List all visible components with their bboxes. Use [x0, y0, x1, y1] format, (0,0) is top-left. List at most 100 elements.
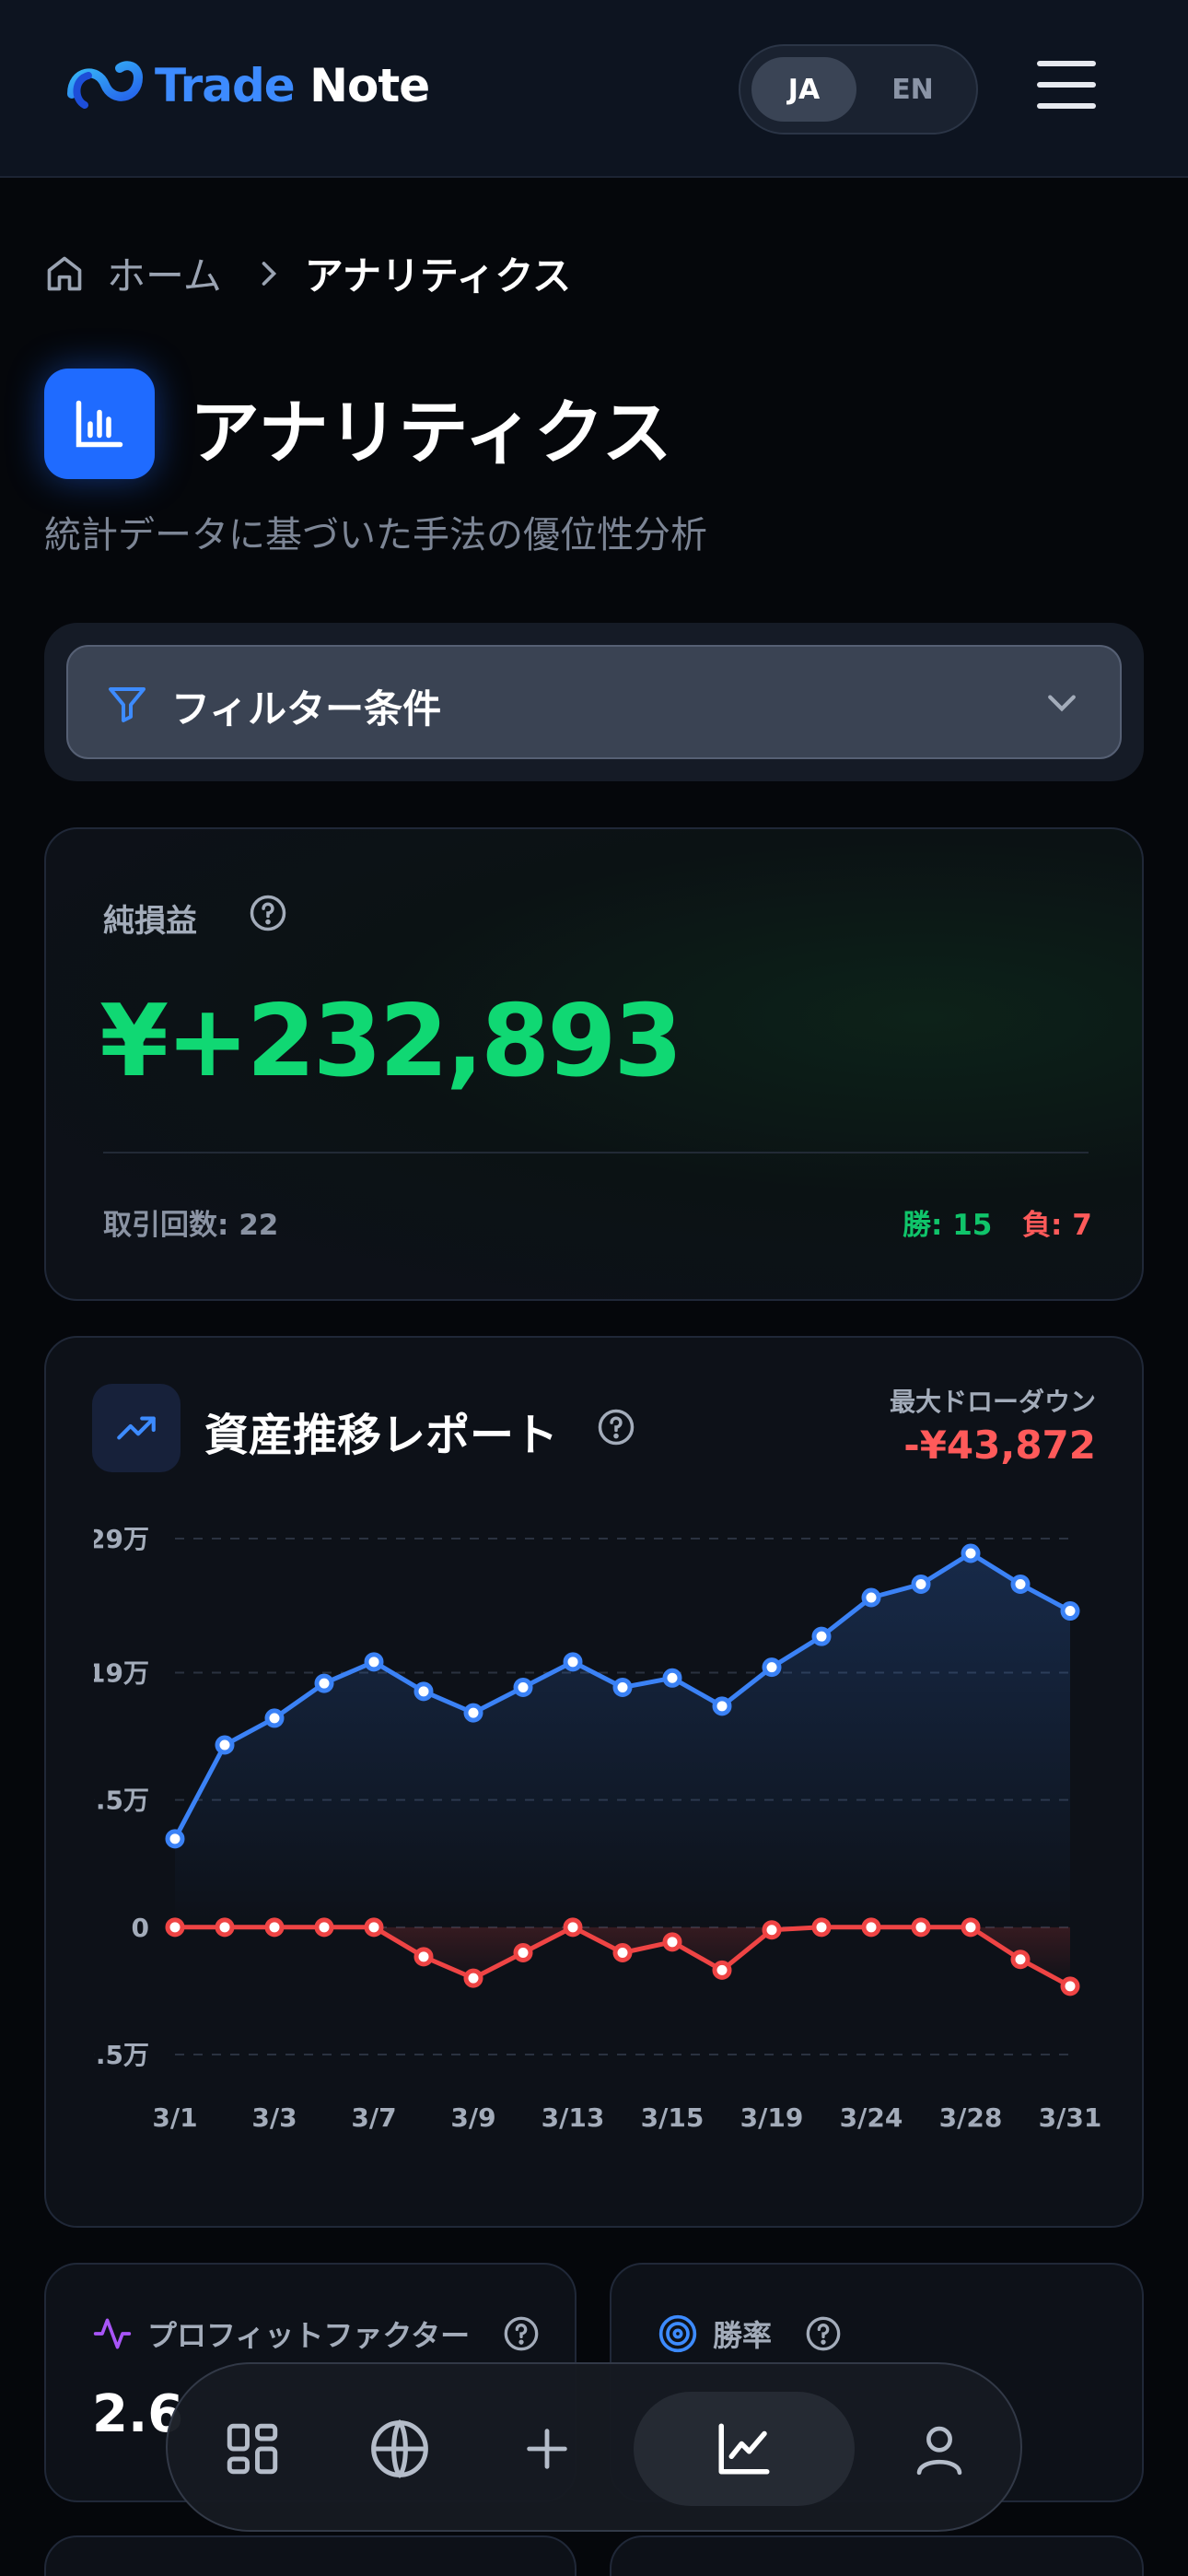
- bar-chart-icon: [44, 369, 155, 479]
- nav-profile[interactable]: [882, 2392, 996, 2506]
- equity-report-title: 資産推移レポート: [204, 1410, 559, 1461]
- bottom-navigation: [166, 2362, 1022, 2532]
- equity-point: [513, 1677, 533, 1697]
- equity-point: [314, 1673, 334, 1693]
- net-pnl-value: ¥+232,893: [99, 984, 683, 1099]
- equity-point: [662, 1668, 682, 1688]
- brand-name-part1: Trade: [155, 59, 296, 112]
- loss-count: 負: 7: [1022, 1209, 1092, 1242]
- breadcrumb-home-link[interactable]: ホーム: [107, 245, 222, 301]
- profit-factor-label: プロフィットファクター: [147, 2318, 471, 2353]
- equity-point: [563, 1652, 583, 1672]
- trending-up-icon: [92, 1384, 181, 1472]
- equity-point: [712, 1696, 732, 1716]
- x-tick-label: 3/24: [840, 2102, 903, 2133]
- plus-icon: [527, 2429, 567, 2469]
- home-icon[interactable]: [44, 253, 85, 294]
- trade-note-logo-icon: [67, 61, 144, 109]
- drawdown-point: [861, 1917, 881, 1938]
- breadcrumb-current: アナリティクス: [304, 253, 572, 299]
- help-circle-icon[interactable]: [597, 1408, 635, 1446]
- user-icon: [916, 2426, 962, 2476]
- equity-point: [1060, 1601, 1080, 1622]
- chevron-right-icon: [262, 261, 276, 286]
- x-tick-label: 3/15: [641, 2102, 705, 2133]
- target-icon: [658, 2314, 697, 2353]
- nav-dashboard[interactable]: [195, 2392, 309, 2506]
- metric-card-stub: [44, 2535, 577, 2576]
- brand-logo[interactable]: Trade Note: [66, 57, 430, 114]
- y-tick-label: 19万: [87, 1657, 149, 1688]
- y-tick-label: 29万: [87, 1524, 149, 1554]
- analytics-icon: [718, 2423, 770, 2475]
- filter-icon: [109, 687, 146, 722]
- help-circle-icon[interactable]: [805, 2315, 842, 2352]
- page-title: アナリティクス: [190, 392, 672, 474]
- metric-card-stub: [610, 2535, 1144, 2576]
- lang-ja-button[interactable]: JA: [751, 57, 856, 122]
- drawdown-point: [215, 1917, 235, 1938]
- equity-point: [961, 1543, 981, 1563]
- net-pnl-label: 純損益: [103, 903, 197, 940]
- nav-add[interactable]: [490, 2392, 604, 2506]
- nav-globe[interactable]: [343, 2392, 457, 2506]
- drawdown-point: [463, 1968, 483, 1988]
- help-circle-icon[interactable]: [249, 894, 287, 932]
- lang-en-button[interactable]: EN: [860, 57, 965, 122]
- win-rate-label: 勝率: [713, 2318, 773, 2353]
- x-tick-label: 3/31: [1039, 2102, 1102, 2133]
- drawdown-point: [364, 1917, 384, 1938]
- language-toggle: JA EN: [739, 44, 978, 135]
- hamburger-icon[interactable]: [1037, 61, 1096, 114]
- brand-name-part2: Note: [309, 59, 430, 112]
- x-tick-label: 3/1: [152, 2102, 197, 2133]
- chevron-down-icon: [1048, 695, 1076, 712]
- equity-point: [215, 1735, 235, 1755]
- x-tick-label: 3/13: [542, 2102, 605, 2133]
- equity-point: [264, 1708, 285, 1728]
- equity-point: [413, 1681, 434, 1702]
- net-pnl-card: 純損益 ¥+232,893 取引回数: 22 勝: 15 負: 7: [44, 827, 1144, 1301]
- page-subtitle: 統計データに基づいた手法の優位性分析: [44, 514, 707, 556]
- x-tick-label: 3/19: [740, 2102, 804, 2133]
- win-count: 勝: 15: [903, 1209, 993, 1242]
- drawdown-point: [712, 1960, 732, 1980]
- equity-point: [165, 1829, 185, 1849]
- equity-point: [1010, 1574, 1031, 1594]
- filter-panel: フィルター条件: [44, 623, 1144, 781]
- drawdown-point: [961, 1917, 981, 1938]
- activity-icon: [93, 2318, 132, 2349]
- drawdown-point: [612, 1942, 633, 1962]
- equity-point: [463, 1703, 483, 1723]
- equity-point: [612, 1677, 633, 1697]
- globe-icon: [371, 2419, 428, 2478]
- drawdown-point: [413, 1947, 434, 1967]
- drawdown-point: [1060, 1976, 1080, 1996]
- nav-analytics[interactable]: [634, 2392, 855, 2506]
- equity-point: [762, 1657, 782, 1678]
- equity-report-card: 資産推移レポート 最大ドローダウン -¥43,872 29万 19万 9.5万 0 -9…: [44, 1336, 1144, 2228]
- filter-label: フィルター条件: [171, 686, 442, 732]
- y-label-clip: [46, 1494, 94, 2139]
- x-tick-label: 3/3: [251, 2102, 297, 2133]
- drawdown-point: [264, 1917, 285, 1938]
- equity-point: [861, 1587, 881, 1608]
- x-tick-label: 3/9: [450, 2102, 495, 2133]
- filter-toggle-button[interactable]: フィルター条件: [66, 645, 1122, 759]
- drawdown-point: [662, 1932, 682, 1952]
- equity-point: [364, 1652, 384, 1672]
- x-tick-label: 3/7: [351, 2102, 396, 2133]
- trade-count: 取引回数: 22: [103, 1209, 279, 1242]
- divider: [103, 1152, 1089, 1153]
- equity-line-chart: 29万19万9.5万0-9.5万3/1 3/3 3/7 3/9 3/13 3/15 3/19…: [46, 1494, 1102, 2139]
- x-tick-label: 3/28: [939, 2102, 1003, 2133]
- drawdown-point: [314, 1917, 334, 1938]
- y-tick-label: 0: [132, 1913, 149, 1943]
- drawdown-point: [911, 1917, 931, 1938]
- drawdown-point: [563, 1917, 583, 1938]
- dashboard-icon: [227, 2423, 278, 2475]
- help-circle-icon[interactable]: [503, 2315, 540, 2352]
- drawdown-point: [1010, 1950, 1031, 1970]
- equity-point: [911, 1574, 931, 1594]
- max-drawdown-label: 最大ドローダウン: [889, 1387, 1096, 1417]
